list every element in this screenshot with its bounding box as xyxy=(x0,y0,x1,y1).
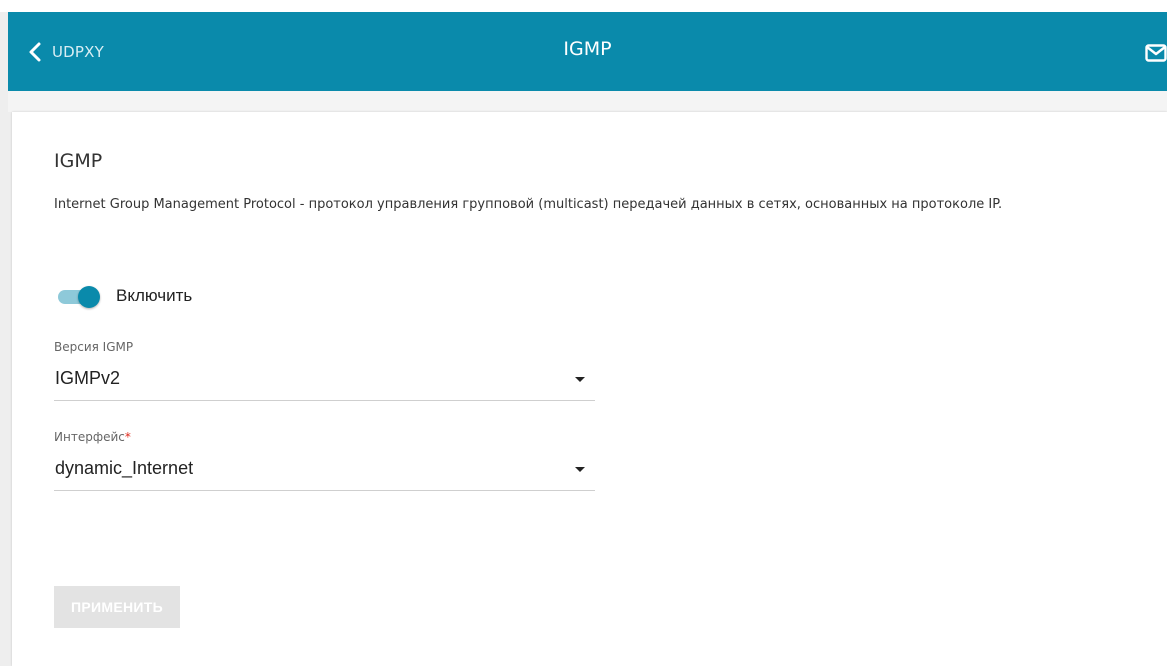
caret-down-icon xyxy=(575,467,585,472)
page-frame: UDPXY IGMP IGMP Internet Group Managemen… xyxy=(0,0,1167,666)
interface-label-text: Интерфейс xyxy=(54,430,125,444)
interface-select[interactable]: dynamic_Internet xyxy=(54,454,595,491)
enable-toggle-label: Включить xyxy=(116,286,193,305)
igmp-version-select[interactable]: IGMPv2 xyxy=(54,364,595,401)
header-spacer xyxy=(8,91,1167,112)
igmp-version-label: Версия IGMP xyxy=(54,340,134,354)
header-bar: UDPXY IGMP xyxy=(8,12,1167,91)
settings-card: IGMP Internet Group Management Protocol … xyxy=(12,112,1167,666)
top-strip xyxy=(0,0,1167,12)
enable-toggle[interactable] xyxy=(58,284,100,308)
interface-field: Интерфейс* dynamic_Internet xyxy=(54,430,595,491)
page-title: IGMP xyxy=(563,38,612,60)
mail-icon[interactable] xyxy=(1145,43,1167,63)
caret-down-icon xyxy=(575,377,585,382)
igmp-version-value: IGMPv2 xyxy=(55,368,121,388)
section-description: Internet Group Management Protocol - про… xyxy=(54,197,1003,212)
interface-value: dynamic_Internet xyxy=(55,458,194,478)
required-mark: * xyxy=(124,430,131,444)
apply-button[interactable]: ПРИМЕНИТЬ xyxy=(54,586,180,628)
igmp-version-field: Версия IGMP IGMPv2 xyxy=(54,340,595,401)
section-title: IGMP xyxy=(54,150,103,172)
enable-toggle-row[interactable]: Включить xyxy=(58,284,192,308)
interface-label: Интерфейс* xyxy=(54,430,595,446)
toggle-knob xyxy=(78,286,100,308)
